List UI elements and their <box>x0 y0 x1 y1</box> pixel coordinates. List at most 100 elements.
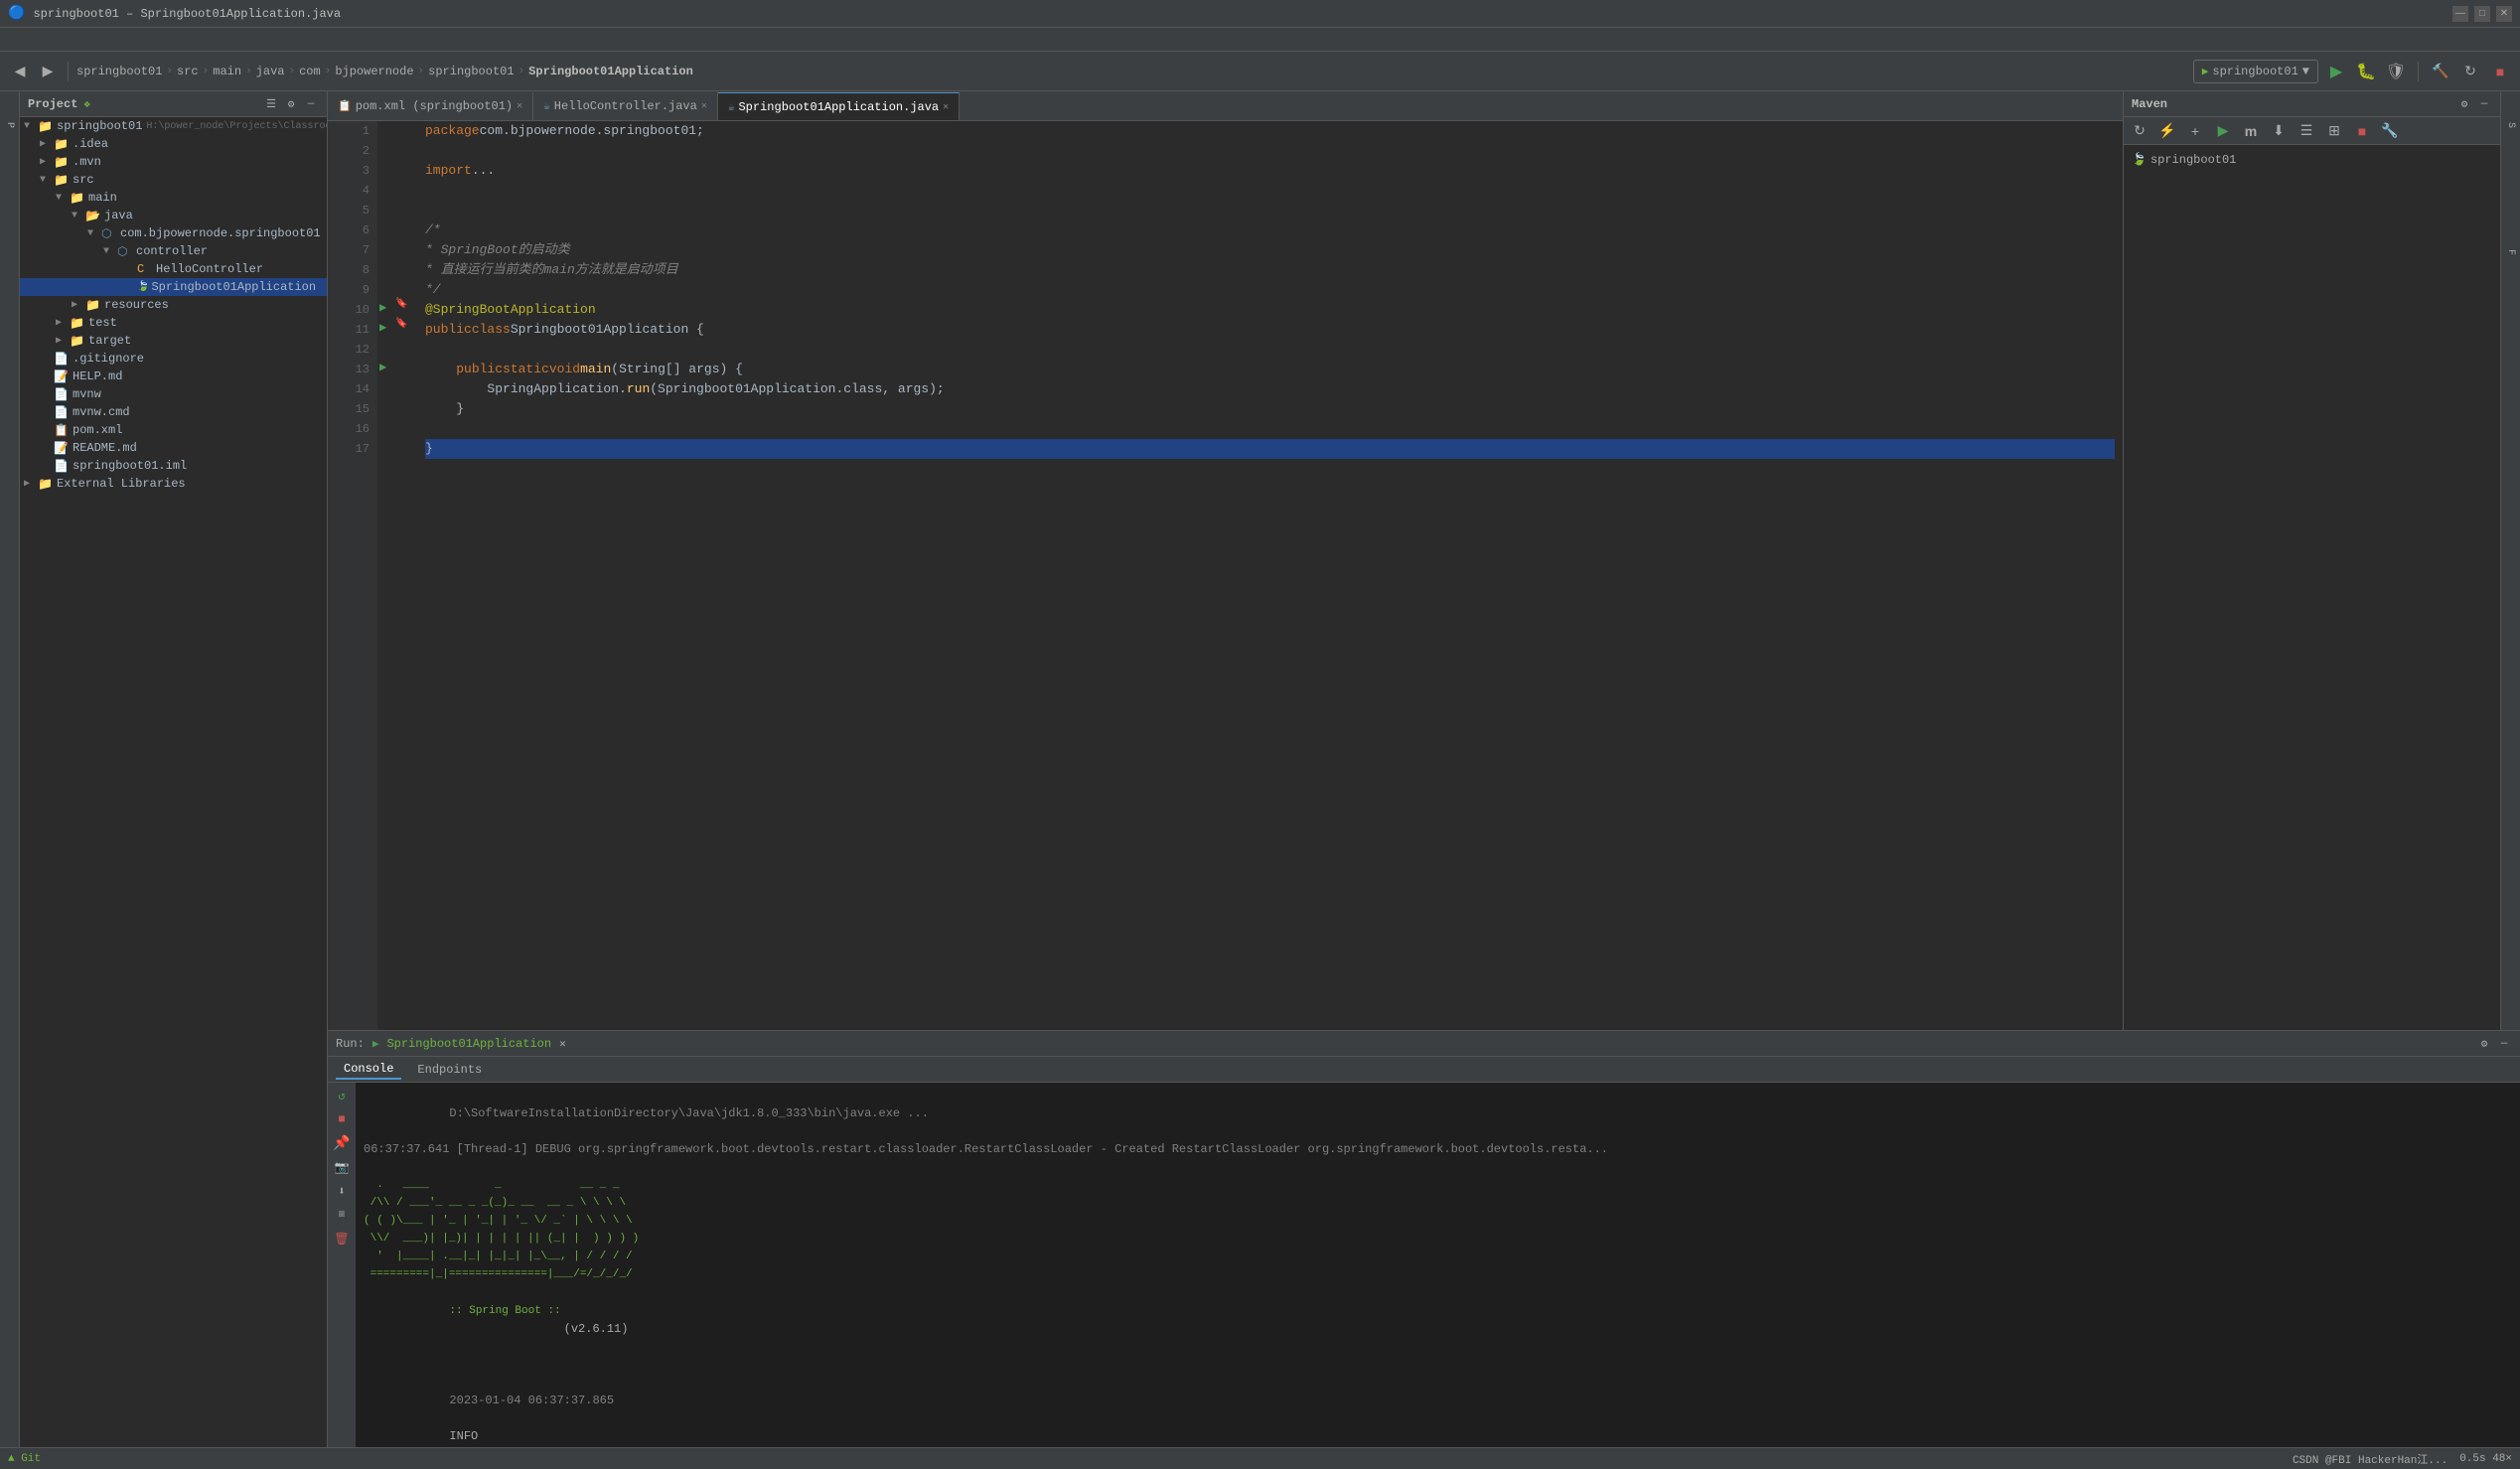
maven-m-btn[interactable]: m <box>2239 119 2263 143</box>
tree-label: pom.xml <box>73 423 122 437</box>
tree-item-java[interactable]: ▼ 📂 java <box>20 207 327 224</box>
clear-icon[interactable]: 🗑 <box>333 1230 351 1248</box>
run-close-icon[interactable]: ✕ <box>559 1037 566 1051</box>
code-line-9: */ <box>425 280 2115 300</box>
pin-icon[interactable]: 📌 <box>333 1134 351 1152</box>
filter-icon[interactable]: ≡ <box>333 1206 351 1224</box>
tree-item-idea[interactable]: ▶ 📁 .idea <box>20 135 327 153</box>
tree-label: .idea <box>73 137 108 151</box>
tree-item-mvnw[interactable]: 📄 mvnw <box>20 385 327 403</box>
tree-label: springboot01 <box>57 119 142 133</box>
tree-item-pom-xml[interactable]: 📋 pom.xml <box>20 421 327 439</box>
run-tab-console[interactable]: Console <box>336 1060 401 1080</box>
main-area: P Project ❖ ☰ ⚙ — ▼ 📁 springboot01 H:\po… <box>0 91 2520 1447</box>
tree-item-resources[interactable]: ▶ 📁 resources <box>20 296 327 314</box>
spring-version-label: :: Spring Boot :: <box>449 1305 560 1317</box>
maven-hide-icon[interactable]: — <box>2476 96 2492 112</box>
build-button[interactable]: 🔨 <box>2429 60 2452 83</box>
structure-icon[interactable]: S <box>2503 95 2519 155</box>
run-gutter-icon-13[interactable]: ▶ <box>379 360 386 374</box>
run-config-selector[interactable]: ▶ springboot01 ▼ <box>2193 60 2318 83</box>
breadcrumb-com[interactable]: com <box>299 65 321 78</box>
breadcrumb-main[interactable]: main <box>213 65 241 78</box>
tree-item-iml[interactable]: 📄 springboot01.iml <box>20 457 327 475</box>
maven-refresh-btn[interactable]: ↻ <box>2128 119 2151 143</box>
favorites-icon[interactable]: F <box>2503 222 2519 282</box>
tree-item-help-md[interactable]: 📝 HELP.md <box>20 367 327 385</box>
code-editor[interactable]: 1 2 3 4 5 6 7 8 9 10 11 12 13 14 <box>328 121 2123 1030</box>
maven-tree-item-springboot01[interactable]: 🍃 springboot01 <box>2124 149 2500 170</box>
tree-item-target[interactable]: ▶ 📁 target <box>20 332 327 350</box>
tree-item-src[interactable]: ▼ 📁 src <box>20 171 327 189</box>
maven-settings-icon[interactable]: ⚙ <box>2456 96 2472 112</box>
coverage-button[interactable]: 🛡 <box>2384 60 2408 83</box>
tab-pom[interactable]: 📋 pom.xml (springboot01) ✕ <box>328 92 533 120</box>
back-button[interactable]: ◀ <box>8 60 32 83</box>
code-content[interactable]: package com.bjpowernode.springboot01; im… <box>417 121 2123 1030</box>
sync-button[interactable]: ↻ <box>2458 60 2482 83</box>
close-button[interactable]: ✕ <box>2496 6 2512 22</box>
maven-project-label: springboot01 <box>2150 153 2236 167</box>
tab-pom-close[interactable]: ✕ <box>517 100 522 112</box>
maven-stop-btn[interactable]: ■ <box>2350 119 2374 143</box>
breadcrumb-class[interactable]: Springboot01Application <box>528 65 693 78</box>
maven-lifecycle-btn[interactable]: ⚡ <box>2155 119 2179 143</box>
console-output[interactable]: D:\SoftwareInstallationDirectory\Java\jd… <box>356 1083 2520 1447</box>
maven-add-btn[interactable]: + <box>2183 119 2207 143</box>
run-settings-icon[interactable]: ⚙ <box>2476 1036 2492 1052</box>
hide-panel-icon[interactable]: — <box>303 96 319 112</box>
tree-item-gitignore[interactable]: 📄 .gitignore <box>20 350 327 367</box>
tree-item-test[interactable]: ▶ 📁 test <box>20 314 327 332</box>
forward-button[interactable]: ▶ <box>36 60 60 83</box>
keyword: package <box>425 121 480 141</box>
tree-item-main-app[interactable]: 🍃 Springboot01Application <box>20 278 327 296</box>
run-button[interactable]: ▶ <box>2324 60 2348 83</box>
run-gutter-icon-10[interactable]: ▶ <box>379 300 386 315</box>
run-config-label: springboot01 <box>2212 65 2298 78</box>
breadcrumb-springboot01[interactable]: springboot01 <box>76 65 162 78</box>
java-cmd-prefix: D:\SoftwareInstallationDirectory\Java\jd… <box>449 1106 928 1120</box>
maven-wrench-btn[interactable]: 🔧 <box>2378 119 2402 143</box>
snapshot-icon[interactable]: 📷 <box>333 1158 351 1176</box>
debug-button[interactable]: 🐛 <box>2354 60 2378 83</box>
run-gutter-icon-11[interactable]: ▶ <box>379 320 386 335</box>
breadcrumb-springboot01-pkg[interactable]: springboot01 <box>428 65 514 78</box>
status-left: ▲ Git <box>8 1453 41 1465</box>
stop-icon[interactable]: ■ <box>333 1110 351 1128</box>
run-tab-endpoints[interactable]: Endpoints <box>409 1061 490 1079</box>
maximize-button[interactable]: □ <box>2474 6 2490 22</box>
toolbar-left-group: ◀ ▶ <box>8 60 60 83</box>
tree-item-package[interactable]: ▼ ⬡ com.bjpowernode.springboot01 <box>20 224 327 242</box>
maven-run-btn[interactable]: ▶ <box>2211 119 2235 143</box>
scroll-icon[interactable]: ⬇ <box>333 1182 351 1200</box>
breadcrumb-bjpowernode[interactable]: bjpowernode <box>335 65 413 78</box>
tab-main[interactable]: ☕ Springboot01Application.java ✕ <box>718 92 960 120</box>
collapse-all-icon[interactable]: ☰ <box>263 96 279 112</box>
tab-hello[interactable]: ☕ HelloController.java ✕ <box>533 92 718 120</box>
tab-main-close[interactable]: ✕ <box>943 101 949 113</box>
tree-item-mvn[interactable]: ▶ 📁 .mvn <box>20 153 327 171</box>
code-line-12 <box>425 340 2115 360</box>
rerun-icon[interactable]: ↺ <box>333 1087 351 1104</box>
tree-item-controller[interactable]: ▼ ⬡ controller <box>20 242 327 260</box>
project-icon[interactable]: P <box>2 95 18 155</box>
tab-hello-close[interactable]: ✕ <box>701 100 707 112</box>
tree-item-hello-controller[interactable]: C HelloController <box>20 260 327 278</box>
tree-item-readme-md[interactable]: 📝 README.md <box>20 439 327 457</box>
log-line-1: 2023-01-04 06:37:37.865 INFO 5908 --- [ … <box>364 1374 2512 1447</box>
maven-expand-btn[interactable]: ⊞ <box>2322 119 2346 143</box>
tree-item-springboot01[interactable]: ▼ 📁 springboot01 H:\power_node\Projects\… <box>20 117 327 135</box>
breadcrumb-java[interactable]: java <box>256 65 285 78</box>
maven-install-btn[interactable]: ⬇ <box>2267 119 2291 143</box>
expand-arrow: ▼ <box>87 228 101 239</box>
stop-button[interactable]: ■ <box>2488 60 2512 83</box>
tree-item-external-libs[interactable]: ▶ 📁 External Libraries <box>20 475 327 493</box>
maven-collapse-btn[interactable]: ☰ <box>2295 119 2318 143</box>
minimize-button[interactable]: — <box>2452 6 2468 22</box>
tree-item-main[interactable]: ▼ 📁 main <box>20 189 327 207</box>
run-hide-icon[interactable]: — <box>2496 1036 2512 1052</box>
settings-icon[interactable]: ⚙ <box>283 96 299 112</box>
tree-item-mvnw-cmd[interactable]: 📄 mvnw.cmd <box>20 403 327 421</box>
code-line-5 <box>425 201 2115 220</box>
breadcrumb-src[interactable]: src <box>177 65 199 78</box>
